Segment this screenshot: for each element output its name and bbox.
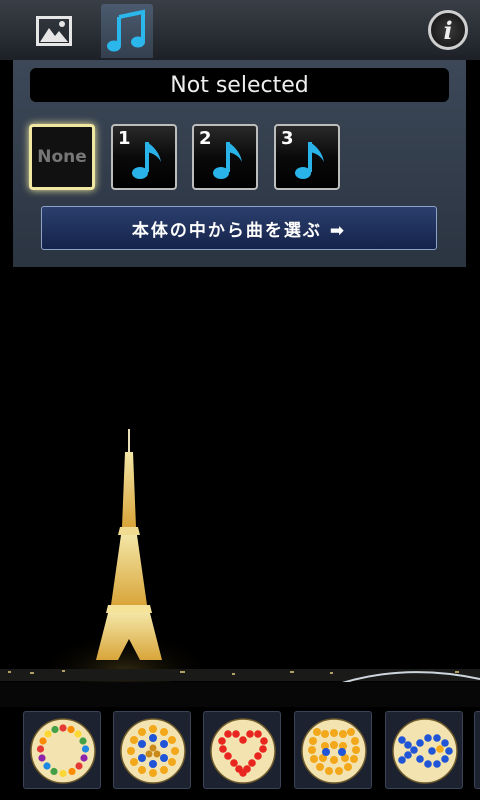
music-status: Not selected <box>30 68 449 102</box>
music-slot-none[interactable]: None <box>29 124 95 190</box>
bead-heart-icon <box>210 718 276 784</box>
none-label: None <box>37 147 87 167</box>
bead-rainbow-circle-icon <box>30 718 96 784</box>
template-strip <box>0 707 480 800</box>
info-button[interactable]: i <box>428 10 468 50</box>
music-note-icon <box>295 142 324 179</box>
template-rainbow-circle[interactable] <box>23 711 101 789</box>
music-slot-3[interactable]: 3 <box>274 124 340 190</box>
music-panel: Not selected None 1 2 3 本体の中から曲を選ぶ ➡ <box>13 60 466 267</box>
template-fish[interactable] <box>385 711 463 789</box>
bead-fish-icon <box>392 718 458 784</box>
info-label: i <box>443 15 453 45</box>
eiffel-tower-photo <box>0 267 480 707</box>
template-smiley-face[interactable] <box>294 711 372 789</box>
choose-song-button[interactable]: 本体の中から曲を選ぶ ➡ <box>41 206 437 250</box>
tab-music[interactable] <box>101 4 153 58</box>
music-note-icon <box>107 9 145 52</box>
music-slot-2[interactable]: 2 <box>192 124 258 190</box>
music-note-icon <box>213 142 242 179</box>
music-note-icon <box>132 142 161 179</box>
template-heart[interactable] <box>203 711 281 789</box>
music-slot-1[interactable]: 1 <box>111 124 177 190</box>
tab-photo[interactable] <box>28 4 80 58</box>
template-flower[interactable] <box>113 711 191 789</box>
top-bar: i <box>0 0 480 60</box>
image-icon <box>36 16 72 46</box>
template-more[interactable] <box>474 711 480 789</box>
bead-smiley-face-icon <box>301 718 367 784</box>
bead-flower-icon <box>120 718 186 784</box>
